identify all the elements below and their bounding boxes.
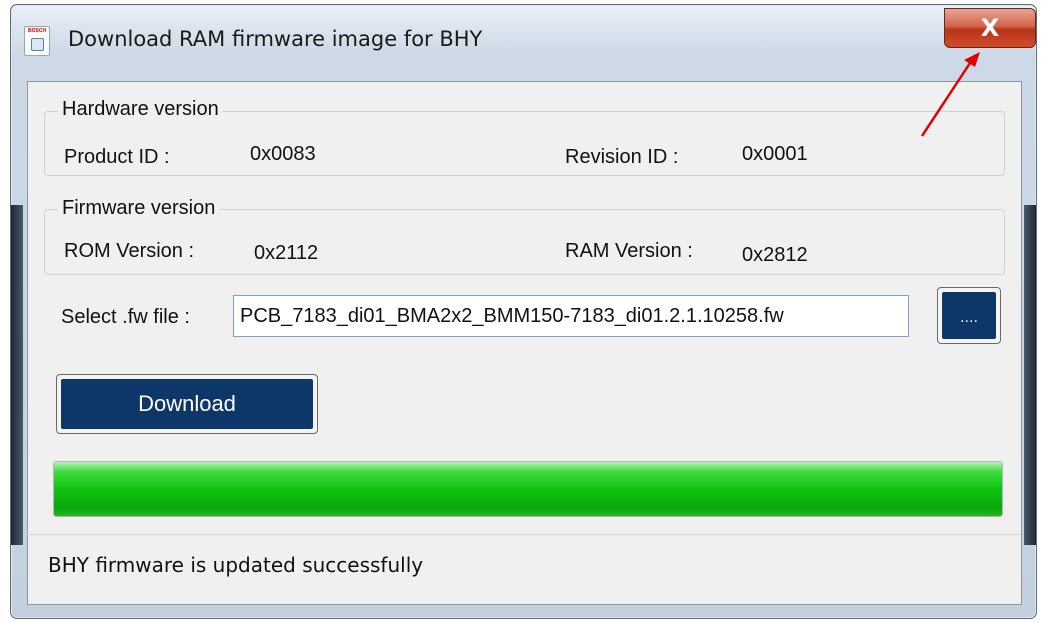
annotation-arrow — [920, 52, 980, 137]
annotation-arrow-head — [964, 52, 980, 67]
annotation-arrow-line — [920, 59, 974, 137]
